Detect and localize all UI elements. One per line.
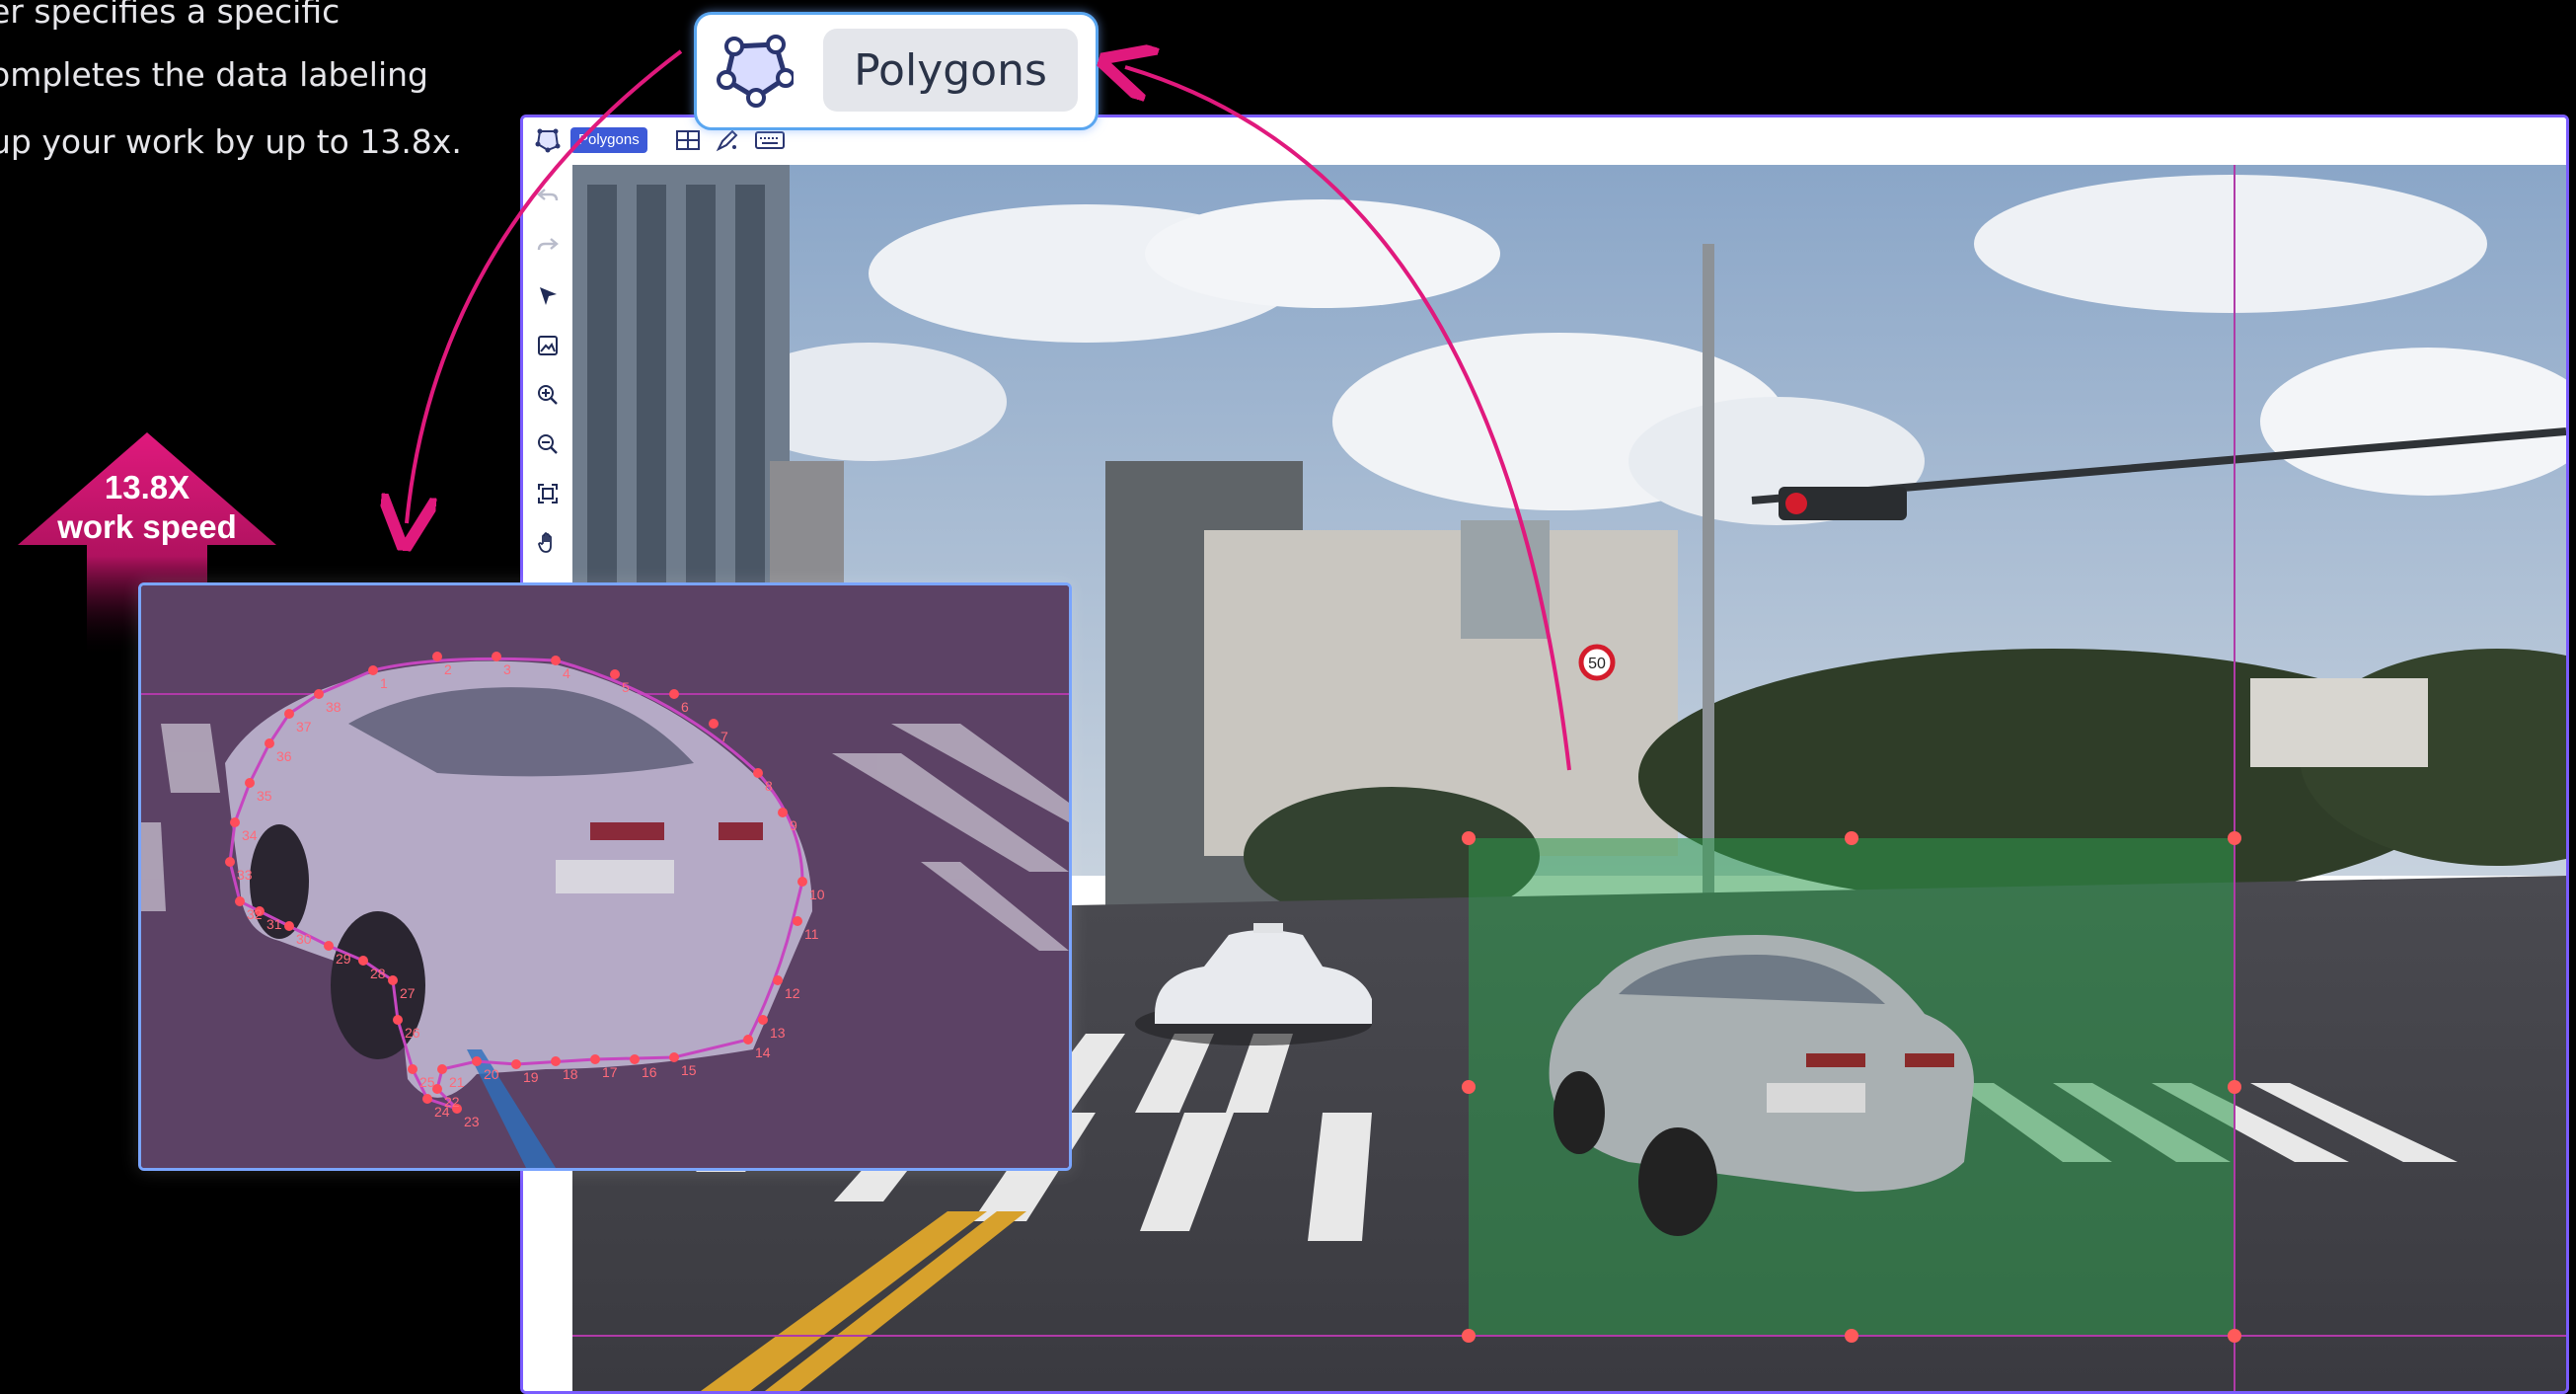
- polygon-vertex[interactable]: [773, 975, 783, 985]
- polygon-vertex[interactable]: [284, 709, 294, 719]
- polygon-vertex[interactable]: [358, 956, 368, 966]
- polygon-vertex-label: 7: [720, 729, 728, 744]
- polygon-vertex[interactable]: [265, 738, 274, 748]
- polygon-vertex-label: 28: [370, 966, 386, 981]
- polygon-vertex-label: 33: [237, 867, 253, 883]
- polygon-vertex[interactable]: [284, 921, 294, 931]
- polygon-vertex[interactable]: [225, 857, 235, 867]
- redo-icon[interactable]: [533, 230, 563, 260]
- polygon-vertex-label: 30: [296, 931, 312, 947]
- image-icon[interactable]: [533, 331, 563, 360]
- polygon-vertex-label: 1: [380, 675, 388, 691]
- polygon-vertex-label: 34: [242, 827, 258, 843]
- polygon-vertex-label: 17: [602, 1064, 618, 1080]
- polygons-tool-label: Polygons: [570, 127, 647, 153]
- polygon-vertex[interactable]: [610, 669, 620, 679]
- polygon-vertex-label: 11: [804, 926, 819, 942]
- polygons-callout: Polygons: [694, 12, 1099, 130]
- intro-line-1: er specifies a specific: [0, 0, 341, 31]
- polygon-vertex[interactable]: [551, 1056, 561, 1066]
- polygon-vertex[interactable]: [388, 975, 398, 985]
- polygon-vertex-label: 19: [523, 1069, 539, 1085]
- polygon-vertex[interactable]: [408, 1064, 417, 1074]
- polygon-vertex[interactable]: [432, 652, 442, 661]
- polygon-vertex[interactable]: [314, 689, 324, 699]
- grid-icon[interactable]: [673, 125, 703, 155]
- intro-line-3: up your work by up to 13.8x.: [0, 122, 462, 161]
- polygons-tool-tag[interactable]: Polygons: [570, 125, 647, 155]
- polygon-vertex[interactable]: [492, 652, 501, 661]
- polygon-vertex-label: 29: [336, 951, 351, 967]
- polygon-vertex-label: 13: [770, 1025, 786, 1041]
- fit-screen-icon[interactable]: [533, 479, 563, 508]
- polygon-vertex-label: 4: [563, 665, 570, 681]
- polygon-vertex-label: 15: [681, 1062, 697, 1078]
- zoom-out-icon[interactable]: [533, 429, 563, 459]
- polygon-vertex[interactable]: [778, 808, 788, 817]
- polygon-vertex[interactable]: [793, 916, 802, 926]
- polygon-vertex-label: 27: [400, 985, 416, 1001]
- polygon-vertex[interactable]: [511, 1059, 521, 1069]
- polygon-vertex-label: 8: [765, 778, 773, 794]
- polygon-vertex-label: 12: [785, 985, 800, 1001]
- polygon-vertex-label: 10: [809, 887, 825, 902]
- polygon-vertex-label: 23: [464, 1114, 480, 1129]
- polygon-vertex-label: 32: [247, 906, 263, 922]
- polygon-vertex[interactable]: [797, 877, 807, 887]
- polygon-icon: [717, 35, 796, 108]
- polygons-callout-label: Polygons: [823, 29, 1078, 112]
- speed-limit-sign: 50: [1588, 656, 1606, 672]
- hand-icon[interactable]: [533, 528, 563, 558]
- polygon-vertex[interactable]: [472, 1056, 482, 1066]
- speed-caption: work speed: [57, 508, 237, 545]
- polygon-vertex-label: 21: [449, 1074, 465, 1090]
- polygon-vertex[interactable]: [393, 1015, 403, 1025]
- polygon-vertex[interactable]: [743, 1035, 753, 1045]
- polygon-vertex-label: 6: [681, 699, 689, 715]
- polygon-vertex[interactable]: [669, 689, 679, 699]
- polygon-vertex[interactable]: [630, 1054, 640, 1064]
- polygon-vertex[interactable]: [758, 1015, 768, 1025]
- polygon-vertex-label: 2: [444, 661, 452, 677]
- undo-icon[interactable]: [533, 181, 563, 210]
- polygon-vertex-label: 31: [266, 916, 282, 932]
- intro-line-2: ompletes the data labeling: [0, 55, 428, 94]
- polygon-vertex[interactable]: [245, 778, 255, 788]
- polygon-icon[interactable]: [533, 125, 563, 155]
- polygon-vertex-label: 36: [276, 748, 292, 764]
- polygon-vertex-label: 5: [622, 679, 630, 695]
- polygon-vertex[interactable]: [437, 1064, 447, 1074]
- polygon-vertex-label: 24: [434, 1104, 450, 1120]
- polygon-vertex[interactable]: [324, 941, 334, 951]
- polygon-vertex-label: 9: [790, 817, 797, 833]
- polygon-vertex[interactable]: [753, 768, 763, 778]
- polygon-vertex-label: 14: [755, 1045, 771, 1060]
- polygon-vertex[interactable]: [590, 1054, 600, 1064]
- polygon-vertex-label: 3: [503, 661, 511, 677]
- polygon-vertex[interactable]: [669, 1052, 679, 1062]
- polygon-vertex-label: 38: [326, 699, 341, 715]
- polygon-vertex-label: 20: [484, 1066, 499, 1082]
- polygon-vertex[interactable]: [422, 1094, 432, 1104]
- polygon-vertex[interactable]: [230, 817, 240, 827]
- polygon-vertex-label: 18: [563, 1066, 578, 1082]
- polygon-vertex[interactable]: [709, 719, 719, 729]
- polygon-zoom-popup[interactable]: 1 2 3 4 5 6 7 8 9 10 11 12 13 14 15 16 17 18 19 20 21 22 23 24 2…: [138, 582, 1072, 1171]
- polygon-vertex[interactable]: [368, 665, 378, 675]
- polygon-vertex-label: 35: [257, 788, 272, 804]
- polygon-vertex[interactable]: [235, 896, 245, 906]
- polygon-vertex-label: 25: [419, 1074, 435, 1090]
- polygon-vertex-label: 26: [405, 1025, 420, 1041]
- speed-value: 13.8X: [104, 469, 190, 505]
- polygon-vertex[interactable]: [551, 656, 561, 665]
- zoom-in-icon[interactable]: [533, 380, 563, 410]
- polygon-vertex-label: 37: [296, 719, 312, 735]
- polygon-vertex-label: 16: [642, 1064, 657, 1080]
- pointer-icon[interactable]: [533, 281, 563, 311]
